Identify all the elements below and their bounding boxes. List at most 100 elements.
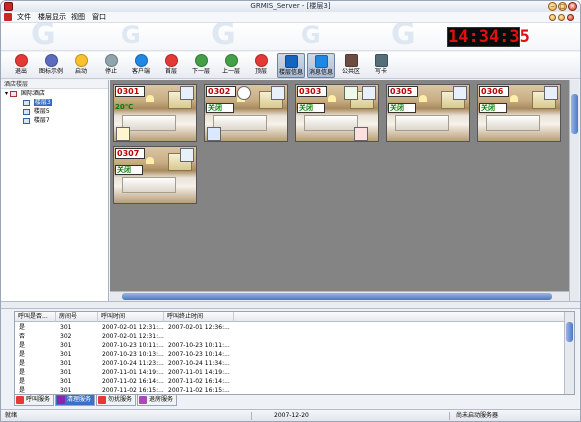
menu-bar: 文件 楼层显示 视图 窗口 — [1, 12, 580, 23]
do-not-disturb-icon — [354, 127, 368, 141]
panel-splitter[interactable] — [1, 301, 580, 309]
banner-watermark-5: G — [391, 23, 416, 51]
cell: 2007-10-23 10:13:... — [102, 351, 164, 358]
first-floor-icon — [164, 54, 178, 67]
tab-do-not-disturb[interactable]: 勿扰服务 — [96, 395, 137, 406]
tree-node-floor-3[interactable]: 楼层3 — [23, 99, 52, 107]
room-lamp — [510, 95, 518, 102]
table-row[interactable]: 是 301 2007-02-01 12:31:... 2007-02-01 12:36… — [15, 323, 564, 332]
child-restore-button[interactable] — [558, 14, 565, 21]
cell: 2007-02-01 12:36:... — [168, 324, 230, 331]
tree-node-label: 楼层5 — [33, 108, 50, 115]
table-row[interactable]: 是 301 2007-10-23 10:13:... 2007-10-23 10:14… — [15, 350, 564, 359]
room-card-0306[interactable]: 0306 关闭 — [477, 84, 561, 142]
menu-view[interactable]: 视图 — [71, 12, 85, 23]
top-floor-icon — [254, 54, 268, 67]
room-card-0301[interactable]: 0301 20℃ — [113, 84, 197, 142]
room-bed — [486, 115, 540, 131]
table-row[interactable]: 是 301 2007-11-02 16:15:... 2007-11-02 16:15… — [15, 386, 564, 395]
room-card-0303[interactable]: 0303 关闭 — [295, 84, 379, 142]
collapse-icon[interactable]: ▾ — [5, 90, 8, 97]
room-status: 关闭 — [206, 103, 234, 113]
cell: 是 — [19, 360, 26, 367]
tree-node-label: 楼层3 — [33, 99, 52, 106]
title-bar[interactable]: GRMIS_Server - [楼层3] ‒ □ × — [1, 1, 580, 12]
table-row[interactable]: 是 301 2007-10-23 10:11:... 2007-10-23 10:11… — [15, 341, 564, 350]
table-row[interactable]: 是 301 2007-11-01 14:19:... 2007-11-01 14:19… — [15, 368, 564, 377]
table-row[interactable]: 是 301 2007-10-24 11:23:... 2007-10-24 11:34… — [15, 359, 564, 368]
scroll-thumb[interactable] — [571, 94, 578, 134]
room-card-0302[interactable]: 0302 关闭 — [204, 84, 288, 142]
cell: 2007-11-02 16:15:... — [102, 387, 164, 394]
floor-icon — [23, 108, 30, 115]
tree-node-floor-5[interactable]: 楼层5 — [23, 108, 50, 116]
legend-icon — [44, 54, 58, 67]
room-lamp — [328, 95, 336, 102]
tree-node-hotel[interactable]: ▾ 国际酒店 — [5, 90, 45, 98]
cell: 301 — [60, 378, 72, 385]
room-number: 0306 — [479, 86, 509, 97]
message-info-icon — [314, 55, 328, 68]
menu-file[interactable]: 文件 — [17, 12, 31, 23]
log-vertical-scrollbar[interactable] — [564, 312, 574, 394]
tree-node-floor-7[interactable]: 楼层7 — [23, 117, 50, 125]
cleaning-icon — [344, 86, 358, 100]
grid-horizontal-scrollbar[interactable] — [110, 291, 569, 301]
status-separator — [251, 412, 252, 420]
room-bed — [213, 115, 267, 131]
close-button[interactable]: × — [568, 2, 577, 11]
cell: 301 — [60, 324, 72, 331]
cell: 是 — [19, 342, 26, 349]
child-minimize-button[interactable] — [549, 14, 556, 21]
room-card-0307[interactable]: 0307 关闭 — [113, 146, 197, 204]
cell: 301 — [60, 360, 72, 367]
tab-cleaning-service[interactable]: 清理服务 — [55, 395, 96, 406]
tab-label: 勿扰服务 — [108, 396, 133, 403]
floor-tree-panel: 酒店楼层 ▾ 国际酒店 楼层3 楼层5 楼层7 — [1, 80, 109, 301]
banner-watermark-3: G — [211, 23, 236, 51]
maintenance-icon — [116, 127, 130, 141]
maximize-button[interactable]: □ — [558, 2, 567, 11]
service-call-icon — [453, 86, 467, 100]
service-call-icon — [544, 86, 558, 100]
minimize-button[interactable]: ‒ — [548, 2, 557, 11]
menu-window[interactable]: 窗口 — [92, 12, 106, 23]
window-title: GRMIS_Server - [楼层3] — [250, 2, 331, 10]
table-row[interactable]: 是 301 2007-11-02 16:14:... 2007-11-02 16:14… — [15, 377, 564, 386]
cell: 是 — [19, 369, 26, 376]
scroll-thumb[interactable] — [566, 322, 573, 342]
start-icon — [74, 54, 88, 67]
top-floor-button[interactable]: 顶层 — [247, 53, 275, 78]
menu-floor-display[interactable]: 楼层显示 — [38, 12, 66, 23]
room-card-0305[interactable]: 0305 关闭 — [386, 84, 470, 142]
write-card-button[interactable]: 写卡 — [367, 53, 395, 78]
column-header[interactable]: 房间号 — [56, 312, 98, 322]
room-number: 0307 — [115, 148, 145, 159]
table-row[interactable]: 否 302 2007-02-01 12:31:... — [15, 332, 564, 341]
room-bed — [122, 115, 176, 131]
cell: 2007-02-01 12:31:... — [102, 324, 164, 331]
service-call-icon — [271, 86, 285, 100]
room-status: 关闭 — [297, 103, 325, 113]
document-icon[interactable] — [4, 13, 12, 21]
column-header[interactable]: 呼叫时间 — [98, 312, 164, 322]
next-floor-icon — [194, 54, 208, 67]
stop-icon — [104, 54, 118, 67]
floor-info-icon — [284, 55, 298, 68]
column-header[interactable]: 呼叫是否... — [15, 312, 56, 322]
floor-info-button[interactable]: 楼层信息 — [277, 53, 305, 78]
child-close-button[interactable] — [567, 14, 574, 21]
checkout-service-icon — [139, 396, 148, 404]
column-header[interactable]: 呼叫终止时间 — [164, 312, 234, 322]
tab-checkout-service[interactable]: 退房服务 — [137, 395, 178, 406]
cell: 2007-10-23 10:11:... — [102, 342, 164, 349]
toolbar: 退出 图标示例 启动 停止 客户端 首层 下一层 上一层 顶层 楼层信息 消息信… — [1, 52, 580, 79]
cell: 301 — [60, 387, 72, 394]
cell: 是 — [19, 324, 26, 331]
app-window: GRMIS_Server - [楼层3] ‒ □ × 文件 楼层显示 视图 窗口… — [0, 0, 581, 422]
cell: 是 — [19, 351, 26, 358]
grid-vertical-scrollbar[interactable] — [569, 80, 579, 301]
room-number: 0303 — [297, 86, 327, 97]
scroll-thumb[interactable] — [122, 293, 552, 300]
tab-call-service[interactable]: 呼叫服务 — [14, 395, 55, 406]
